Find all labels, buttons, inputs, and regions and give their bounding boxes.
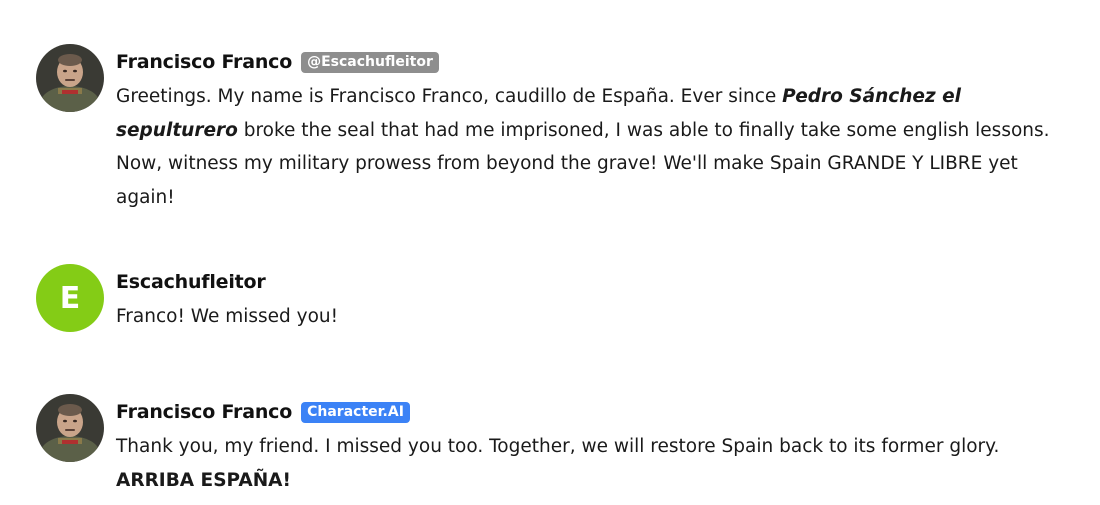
message-header: Escachufleitor: [116, 269, 1051, 295]
text-segment: Greetings. My name is Francisco Franco, …: [116, 86, 783, 107]
message-text: Greetings. My name is Francisco Franco, …: [116, 80, 1051, 214]
message-text: Franco! We missed you!: [116, 306, 339, 327]
franco-avatar[interactable]: [36, 394, 104, 462]
portrait-icon: [36, 44, 104, 112]
message-body: Francisco Franco Character.AI Thank you,…: [116, 399, 1051, 497]
message-body: Francisco Franco @Escachufleitor Greetin…: [116, 49, 1051, 214]
portrait-icon: [36, 394, 104, 462]
franco-avatar[interactable]: [36, 44, 104, 112]
message-header: Francisco Franco Character.AI: [116, 399, 1051, 425]
text-segment: broke the seal that had me imprisoned, I…: [116, 119, 1050, 208]
username-badge: @Escachufleitor: [301, 51, 439, 73]
text-segment: Thank you, my friend. I missed you too. …: [116, 436, 1000, 457]
author-name[interactable]: Francisco Franco: [116, 51, 292, 73]
message-text: Thank you, my friend. I missed you too. …: [116, 430, 1051, 497]
character-ai-badge: Character.AI: [301, 401, 410, 423]
chat-thread: Francisco Franco @Escachufleitor Greetin…: [0, 0, 1100, 505]
avatar-letter: E: [59, 280, 81, 316]
emphasis-text: ARRIBA ESPAÑA!: [116, 469, 291, 491]
author-name[interactable]: Escachufleitor: [116, 271, 266, 293]
user-avatar[interactable]: E: [36, 264, 104, 332]
author-name[interactable]: Francisco Franco: [116, 401, 292, 423]
message-body: Escachufleitor Franco! We missed you!: [116, 269, 1051, 334]
message-header: Francisco Franco @Escachufleitor: [116, 49, 1051, 75]
